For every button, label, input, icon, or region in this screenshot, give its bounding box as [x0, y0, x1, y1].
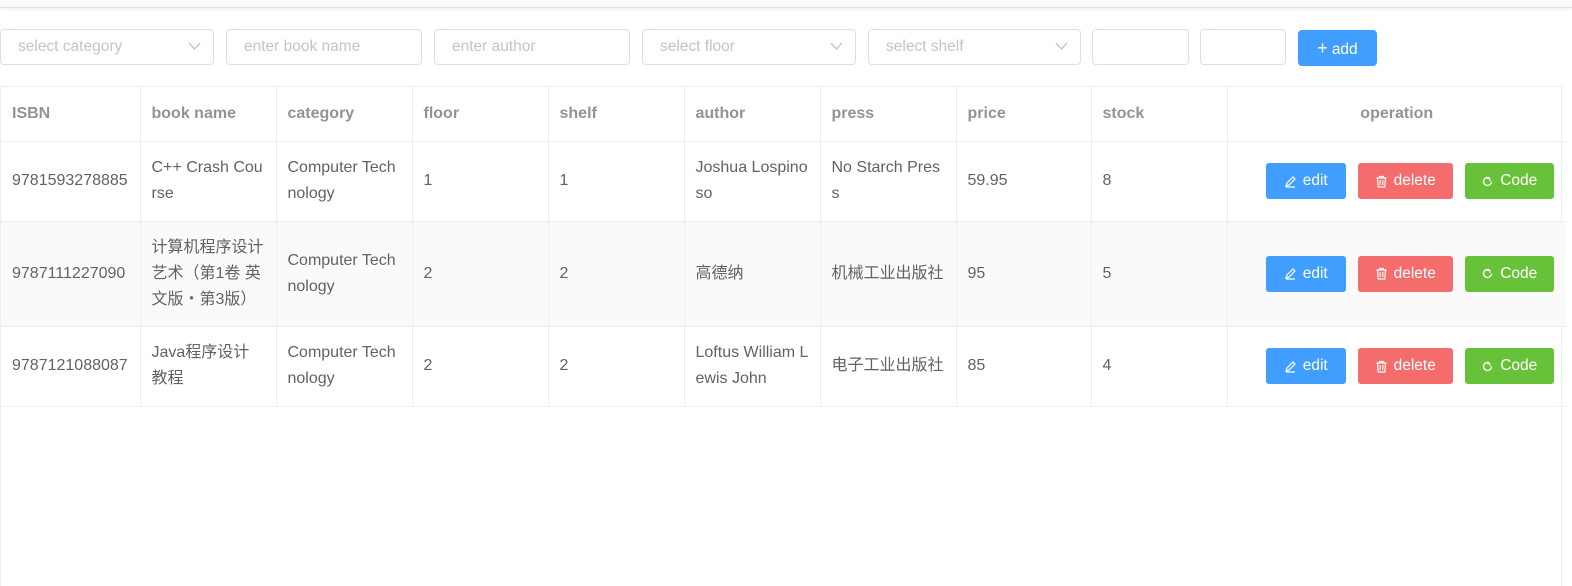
cell-stock: 8	[1091, 141, 1228, 222]
cell-category: Computer Technology	[276, 141, 413, 222]
category-select[interactable]: select category	[0, 29, 214, 65]
add-button-label: add	[1331, 41, 1358, 58]
price-max-input[interactable]	[1200, 29, 1286, 65]
cell-press: 机械工业出版社	[820, 221, 957, 327]
cell-price: 95	[956, 221, 1092, 327]
column-header-stock: stock	[1091, 87, 1228, 142]
cell-price: 59.95	[956, 141, 1092, 222]
column-header-floor: floor	[412, 87, 549, 142]
shelf-select[interactable]: select shelf	[868, 29, 1081, 65]
cell-stock: 5	[1091, 221, 1228, 327]
edit-button-label: edit	[1302, 264, 1328, 282]
plus-icon: +	[1317, 38, 1328, 58]
top-bar	[0, 0, 1572, 8]
cell-floor: 1	[412, 141, 549, 222]
edit-button[interactable]: edit	[1265, 255, 1346, 292]
delete-button-label: delete	[1393, 172, 1436, 189]
cell-press: No Starch Press	[820, 141, 957, 222]
delete-button-label: delete	[1393, 264, 1436, 282]
table-row: 9787121088087 Java程序设计教程 Computer Techno…	[1, 326, 1566, 407]
chevron-down-icon	[1055, 42, 1068, 51]
cell-press: 电子工业出版社	[820, 326, 957, 407]
cell-floor: 2	[412, 221, 549, 327]
column-header-isbn: ISBN	[1, 87, 141, 142]
code-button[interactable]: Code	[1464, 348, 1554, 384]
edit-button[interactable]: edit	[1265, 163, 1346, 199]
table-row: 9787111227090 计算机程序设计艺术（第1卷 英文版・第3版） Com…	[1, 221, 1566, 327]
table-header-row: ISBN book name category floor shelf auth…	[1, 87, 1566, 142]
pencil-icon	[1284, 268, 1296, 280]
column-header-author: author	[684, 87, 821, 142]
edit-button-label: edit	[1302, 357, 1328, 374]
cell-author: Joshua Lospinoso	[684, 141, 821, 222]
cell-isbn: 9781593278885	[1, 141, 141, 222]
pencil-icon	[1284, 175, 1296, 188]
code-button-label: Code	[1500, 357, 1538, 374]
column-header-shelf: shelf	[548, 87, 685, 142]
code-button-label: Code	[1500, 264, 1538, 282]
price-min-input[interactable]	[1092, 29, 1189, 65]
column-header-press: press	[820, 87, 957, 142]
author-input[interactable]: enter author	[434, 29, 630, 65]
floor-select-placeholder: select floor	[660, 38, 735, 55]
table-row: 9781593278885 C++ Crash Course Computer …	[1, 141, 1566, 222]
refresh-icon	[1483, 176, 1493, 186]
cell-book-name: C++ Crash Course	[140, 141, 277, 222]
category-select-placeholder: select category	[18, 38, 123, 55]
cell-shelf: 2	[548, 221, 685, 327]
trash-icon	[1376, 267, 1387, 280]
delete-button[interactable]: delete	[1357, 348, 1453, 384]
delete-button-label: delete	[1393, 357, 1436, 374]
cell-book-name: 计算机程序设计艺术（第1卷 英文版・第3版）	[140, 221, 277, 327]
cell-shelf: 2	[548, 326, 685, 407]
cell-author: 高德纳	[684, 221, 821, 327]
book-name-input[interactable]: enter book name	[226, 29, 422, 65]
pencil-icon	[1284, 360, 1296, 373]
add-button[interactable]: + add	[1298, 30, 1377, 66]
trash-icon	[1376, 175, 1387, 188]
cell-category: Computer Technology	[276, 326, 413, 407]
cell-shelf: 1	[548, 141, 685, 222]
column-header-category: category	[276, 87, 413, 142]
column-header-price: price	[956, 87, 1092, 142]
cell-book-name: Java程序设计教程	[140, 326, 277, 407]
book-name-placeholder: enter book name	[244, 38, 361, 55]
chevron-down-icon	[188, 42, 201, 51]
edit-button-label: edit	[1302, 172, 1328, 189]
cell-stock: 4	[1091, 326, 1228, 407]
cell-floor: 2	[412, 326, 549, 407]
author-placeholder: enter author	[452, 38, 536, 55]
cell-category: Computer Technology	[276, 221, 413, 327]
column-header-operation: operation	[1227, 87, 1566, 142]
cell-operation: edit delete Code	[1227, 221, 1566, 327]
books-table: ISBN book name category floor shelf auth…	[0, 86, 1566, 586]
refresh-icon	[1483, 361, 1493, 371]
cell-isbn: 9787111227090	[1, 221, 141, 327]
filter-bar: select category enter book name enter au…	[0, 29, 1572, 66]
cell-isbn: 9787121088087	[1, 326, 141, 407]
code-button[interactable]: Code	[1464, 163, 1554, 199]
cell-operation: edit delete Code	[1227, 326, 1566, 407]
delete-button[interactable]: delete	[1357, 163, 1453, 199]
delete-button[interactable]: delete	[1357, 255, 1453, 292]
cell-price: 85	[956, 326, 1092, 407]
code-button-label: Code	[1500, 172, 1538, 189]
cell-author: Loftus William Lewis John	[684, 326, 821, 407]
column-header-book-name: book name	[140, 87, 277, 142]
cell-operation: edit delete Code	[1227, 141, 1566, 222]
refresh-icon	[1483, 268, 1493, 279]
chevron-down-icon	[830, 42, 843, 51]
trash-icon	[1376, 360, 1387, 373]
shelf-select-placeholder: select shelf	[886, 38, 964, 55]
edit-button[interactable]: edit	[1265, 348, 1346, 384]
floor-select[interactable]: select floor	[642, 29, 856, 65]
code-button[interactable]: Code	[1464, 255, 1554, 292]
